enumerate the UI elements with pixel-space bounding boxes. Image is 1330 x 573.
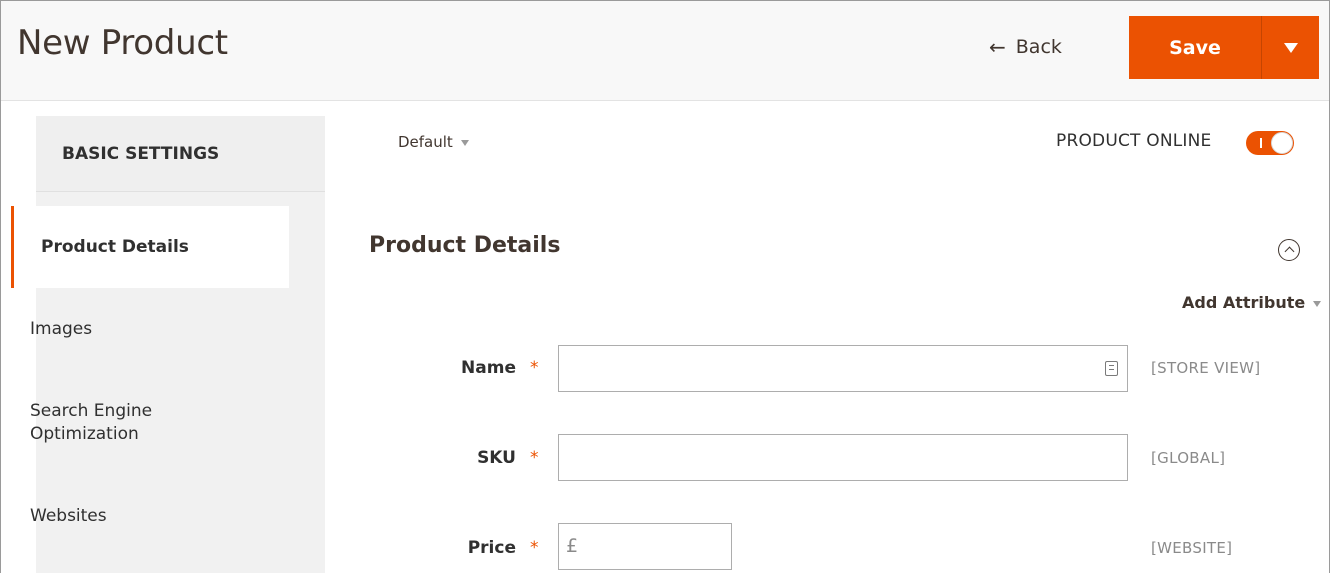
save-options-toggle[interactable] [1261,16,1319,79]
sidebar-item-websites[interactable]: Websites [0,476,289,556]
name-scope: [STORE VIEW] [1151,359,1261,377]
store-view-switcher[interactable]: Default [398,133,469,151]
sidebar-item-label: Search Engine Optimization [30,401,153,444]
translate-icon[interactable] [1105,361,1118,376]
add-attribute-button[interactable]: Add Attribute [1182,293,1322,312]
name-label: Name [461,358,516,378]
price-input[interactable] [558,523,732,570]
sku-label: SKU [477,448,516,468]
back-button-label: Back [1015,36,1062,58]
product-online-label: PRODUCT ONLINE [1056,131,1212,151]
toggle-on-indicator [1260,138,1262,148]
store-view-label: Default [398,133,453,151]
save-button-group: Save [1129,16,1320,79]
save-button[interactable]: Save [1129,16,1261,79]
toggle-knob [1271,132,1293,154]
name-input[interactable] [558,345,1128,392]
add-attribute-label: Add Attribute [1182,293,1306,312]
sidebar-item-label: Websites [30,505,107,526]
sidebar-item-product-details[interactable]: Product Details [11,206,289,288]
required-asterisk: * [530,448,539,468]
required-asterisk: * [530,538,539,558]
caret-down-icon [1313,300,1322,307]
price-label: Price [467,538,516,558]
section-title: Product Details [369,233,561,258]
collapse-section-icon[interactable] [1278,239,1300,261]
page-header: New Product ← Back Save [1,1,1329,101]
product-online-toggle[interactable] [1246,131,1294,155]
currency-symbol: £ [566,535,579,557]
arrow-left-icon: ← [989,35,1006,59]
sidebar-item-label: Product Details [41,236,189,257]
sku-scope: [GLOBAL] [1151,449,1226,467]
caret-down-icon [460,140,469,146]
price-scope: [WEBSITE] [1151,539,1233,557]
sku-input[interactable] [558,434,1128,481]
page-title: New Product [17,23,228,63]
sidebar-item-label: Images [30,318,93,339]
back-button[interactable]: ← Back [989,35,1062,59]
required-asterisk: * [530,358,539,378]
caret-down-icon [1283,42,1298,53]
sidebar-heading: BASIC SETTINGS [36,116,325,192]
sidebar-item-images[interactable]: Images [0,288,289,370]
sidebar-item-seo[interactable]: Search Engine Optimization [0,370,220,476]
chevron-up-icon [1284,246,1294,257]
